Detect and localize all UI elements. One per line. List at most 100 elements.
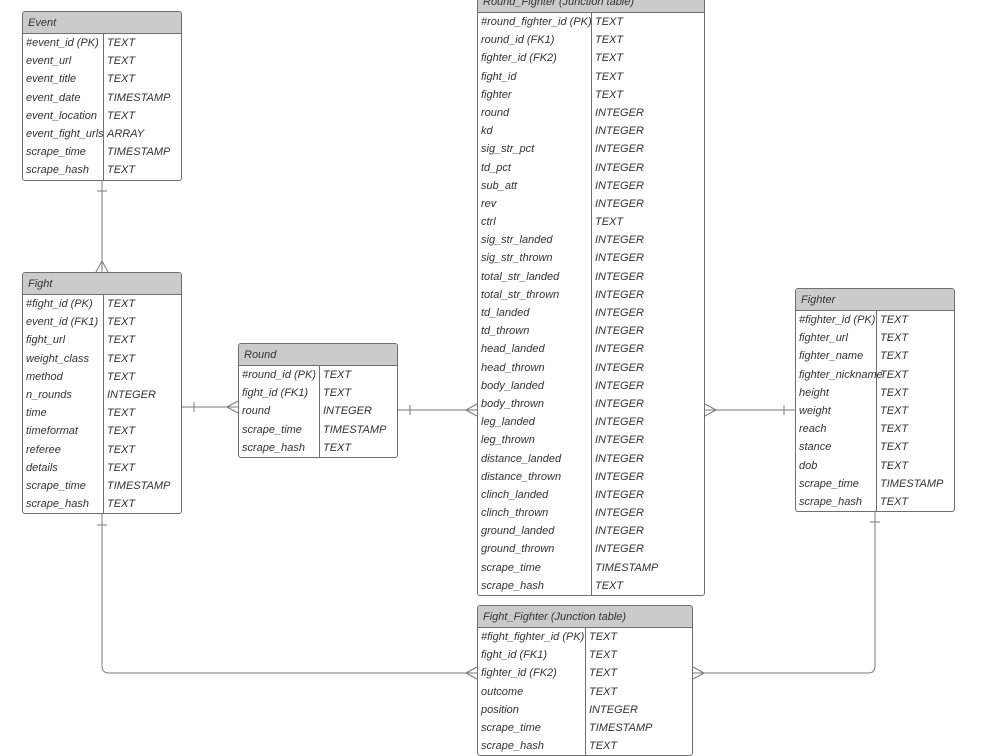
attribute-name: fighter_nickname	[799, 368, 883, 381]
entity-title: Round_Fighter (Junction table)	[478, 0, 704, 13]
attribute-name: total_str_thrown	[481, 288, 560, 301]
attribute-type: TEXT	[595, 16, 624, 28]
attribute-row: scrape_hash TEXT	[23, 161, 181, 179]
attribute-type: TEXT	[880, 332, 909, 345]
attribute-row: scrape_hash TEXT	[239, 439, 397, 457]
attribute-type: TEXT	[107, 109, 136, 122]
attribute-row: ground_landed INTEGER	[478, 522, 704, 540]
attribute-row: sig_str_thrown INTEGER	[478, 249, 704, 267]
attribute-row: td_landed INTEGER	[478, 304, 704, 322]
fighter-entity[interactable]: Fighter #fighter_id (PK) TEXT fighter_url TE…	[795, 288, 955, 513]
attribute-name: weight	[799, 404, 831, 417]
attribute-row: head_landed INTEGER	[478, 340, 704, 358]
attribute-row: td_pct INTEGER	[478, 159, 704, 177]
attribute-row: body_landed INTEGER	[478, 377, 704, 395]
attribute-name: event_title	[26, 73, 77, 86]
attribute-type: INTEGER	[595, 125, 644, 138]
round-entity[interactable]: Round #round_id (PK) TEXT fight_id (FK1) TEX…	[238, 343, 398, 458]
attribute-type: INTEGER	[595, 488, 644, 501]
attribute-type: INTEGER	[595, 379, 644, 392]
attribute-name: round	[242, 405, 271, 418]
attribute-name: reach	[799, 423, 827, 436]
attribute-type: TEXT	[107, 73, 136, 86]
attribute-type: TEXT	[107, 370, 136, 383]
attribute-name: scrape_hash	[481, 579, 544, 592]
attribute-type: TEXT	[107, 407, 136, 420]
attribute-type: TEXT	[107, 352, 136, 365]
attribute-name: fighter_id (FK2)	[481, 52, 557, 65]
attribute-name: scrape_hash	[26, 164, 89, 177]
attribute-type: TEXT	[107, 37, 136, 49]
attribute-row: total_str_thrown INTEGER	[478, 286, 704, 304]
attribute-name: td_pct	[481, 161, 511, 174]
attribute-type: INTEGER	[595, 434, 644, 447]
attribute-name: scrape_time	[26, 146, 86, 159]
attribute-type: TIMESTAMP	[107, 479, 171, 492]
attribute-type: TEXT	[595, 88, 624, 101]
attribute-type: TEXT	[880, 386, 909, 399]
attribute-row: #round_id (PK) TEXT	[239, 366, 397, 384]
attribute-name: leg_landed	[481, 416, 535, 429]
attribute-row: details TEXT	[23, 459, 181, 477]
attribute-type: INTEGER	[595, 288, 644, 301]
attribute-row: timeformat TEXT	[23, 422, 181, 440]
attribute-name: clinch_landed	[481, 488, 549, 501]
attribute-name: rev	[481, 197, 497, 210]
fight-fightfighter-relationship	[97, 514, 478, 680]
attribute-row: head_thrown INTEGER	[478, 359, 704, 377]
attribute-row: round INTEGER	[239, 402, 397, 420]
attribute-type: TEXT	[880, 404, 909, 417]
fight-fighter-entity[interactable]: Fight_Fighter (Junction table) #fight_fig…	[477, 605, 693, 756]
attribute-row: ground_thrown INTEGER	[478, 540, 704, 558]
attribute-row: n_rounds INTEGER	[23, 386, 181, 404]
fight-round-relationship	[182, 400, 239, 414]
attribute-name: round	[481, 106, 510, 119]
attribute-type: TEXT	[880, 459, 909, 472]
attribute-row: sub_att INTEGER	[478, 177, 704, 195]
attribute-name: time	[26, 407, 47, 420]
event-entity[interactable]: Event #event_id (PK) TEXT event_url TEXT even…	[22, 11, 182, 181]
attribute-name: fight_id (FK1)	[242, 387, 309, 400]
attribute-name: sig_str_landed	[481, 234, 553, 247]
attribute-row: scrape_time TIMESTAMP	[478, 719, 692, 737]
attribute-type: TEXT	[880, 350, 909, 363]
attribute-name: referee	[26, 443, 61, 456]
attribute-type: ARRAY	[107, 127, 145, 140]
attribute-type: INTEGER	[595, 179, 644, 192]
attribute-name: distance_thrown	[481, 470, 562, 483]
attribute-type: TIMESTAMP	[107, 91, 171, 104]
attribute-type: TEXT	[107, 316, 136, 329]
attribute-name: round_id (FK1)	[481, 34, 555, 47]
entity-title: Round	[239, 344, 397, 366]
attribute-row: sig_str_pct INTEGER	[478, 140, 704, 158]
fight-entity[interactable]: Fight #fight_id (PK) TEXT event_id (FK1) TEX…	[22, 272, 182, 515]
attribute-type: TEXT	[107, 334, 136, 347]
attribute-row: scrape_hash TEXT	[23, 495, 181, 513]
attribute-row: fight_id (FK1) TEXT	[239, 384, 397, 402]
attribute-type: TIMESTAMP	[589, 721, 653, 734]
attribute-type: INTEGER	[595, 197, 644, 210]
attribute-type: TEXT	[107, 498, 136, 511]
attribute-type: INTEGER	[595, 343, 644, 356]
attribute-name: position	[481, 703, 519, 716]
attribute-name: fighter_name	[799, 350, 864, 363]
attribute-row: fighter_id (FK2) TEXT	[478, 49, 704, 67]
attribute-row: body_thrown INTEGER	[478, 395, 704, 413]
attribute-name: scrape_time	[242, 423, 302, 436]
attribute-row: stance TEXT	[796, 438, 954, 456]
attribute-row: fight_url TEXT	[23, 331, 181, 349]
attribute-name: scrape_hash	[481, 740, 544, 753]
attribute-row: height TEXT	[796, 384, 954, 402]
attribute-name: height	[799, 386, 829, 399]
attribute-type: TEXT	[107, 461, 136, 474]
attribute-type: TEXT	[589, 649, 618, 662]
round-fighter-entity[interactable]: Round_Fighter (Junction table) #round_fig…	[477, 0, 705, 596]
attribute-row: reach TEXT	[796, 420, 954, 438]
entity-title: Fight_Fighter (Junction table)	[478, 606, 692, 628]
attribute-row: weight TEXT	[796, 402, 954, 420]
attribute-type: TEXT	[595, 52, 624, 65]
attribute-row: time TEXT	[23, 404, 181, 422]
attribute-name: head_landed	[481, 343, 545, 356]
attribute-name: sub_att	[481, 179, 518, 192]
attribute-row: outcome TEXT	[478, 683, 692, 701]
